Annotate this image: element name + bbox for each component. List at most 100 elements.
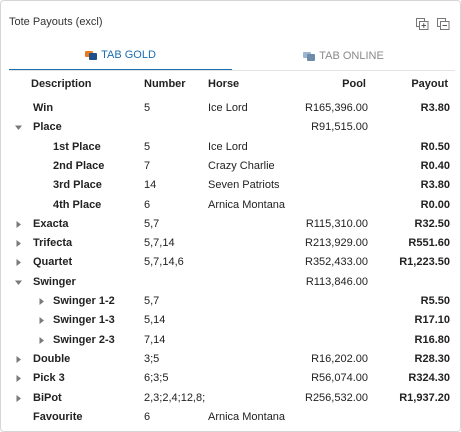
row-pool: R91,515.00 xyxy=(311,121,368,134)
caret-right-icon[interactable] xyxy=(35,292,47,311)
row-description: Swinger 2-3 xyxy=(53,333,115,346)
row-pool: R256,532.00 xyxy=(305,391,368,404)
table-row[interactable]: Swinger R113,846.00 xyxy=(1,273,460,292)
row-pool: R213,929.00 xyxy=(305,237,368,250)
row-number: 5 xyxy=(144,140,151,153)
row-number: 5,7 xyxy=(144,217,160,230)
table-row[interactable]: Exacta 5,7 R115,310.00 R32.50 xyxy=(1,215,460,234)
row-description: Exacta xyxy=(33,217,69,230)
row-description: Swinger xyxy=(33,275,76,288)
caret-right-icon[interactable] xyxy=(12,215,24,234)
caret-down-icon[interactable] xyxy=(12,273,24,292)
row-description: 3rd Place xyxy=(53,179,102,192)
row-number: 2,3;2,4;12,8; xyxy=(144,391,206,404)
row-horse: Arnica Montana xyxy=(208,198,286,211)
table-row[interactable]: 3rd Place 14 Seven Patriots R3.80 xyxy=(1,176,460,195)
row-payout: R0.50 xyxy=(420,140,450,153)
table-row[interactable]: 1st Place 5 Ice Lord R0.50 xyxy=(1,138,460,157)
column-header-horse[interactable]: Horse xyxy=(208,78,239,90)
row-pool: R113,846.00 xyxy=(305,275,368,288)
caret-right-icon[interactable] xyxy=(12,389,24,408)
row-description: Pick 3 xyxy=(33,372,65,385)
row-number: 5,7,14 xyxy=(144,237,175,250)
tab-online-label: TAB ONLINE xyxy=(319,50,384,62)
tab-bar: TAB GOLD TAB ONLINE xyxy=(9,41,455,71)
row-pool: R16,202.00 xyxy=(311,352,368,365)
caret-right-icon[interactable] xyxy=(12,350,24,369)
caret-right-icon[interactable] xyxy=(12,369,24,388)
caret-right-icon[interactable] xyxy=(12,234,24,253)
row-payout: R16.80 xyxy=(414,333,450,346)
tote-payouts-panel: Tote Payouts (excl) TAB GOLD TAB ONLINE … xyxy=(0,0,461,432)
row-number: 5 xyxy=(144,102,151,114)
row-pool: R56,074.00 xyxy=(311,372,368,385)
header-icons xyxy=(416,18,450,30)
row-description: 2nd Place xyxy=(53,159,105,172)
row-description: Swinger 1-2 xyxy=(53,295,115,307)
caret-right-icon[interactable] xyxy=(35,331,47,350)
row-payout: R3.80 xyxy=(420,102,450,114)
row-payout: R0.00 xyxy=(420,198,450,211)
row-description: Trifecta xyxy=(33,237,73,250)
table-row[interactable]: 4th Place 6 Arnica Montana R0.00 xyxy=(1,196,460,215)
caret-down-icon[interactable] xyxy=(12,118,24,137)
table-row[interactable]: Pick 3 6;3;5 R56,074.00 R324.30 xyxy=(1,369,460,388)
table-row[interactable]: Trifecta 5,7,14 R213,929.00 R551.60 xyxy=(1,234,460,253)
row-pool: R115,310.00 xyxy=(305,217,368,230)
panel-title: Tote Payouts (excl) xyxy=(9,16,103,28)
column-header-pool[interactable]: Pool xyxy=(342,78,366,90)
tab-gold-logo-icon xyxy=(85,51,98,60)
column-header-number[interactable]: Number xyxy=(144,78,186,90)
row-number: 6 xyxy=(144,410,151,423)
table-row[interactable]: Place R91,515.00 xyxy=(1,118,460,137)
tab-online[interactable]: TAB ONLINE xyxy=(232,41,455,71)
row-description: Favourite xyxy=(33,410,83,423)
caret-right-icon[interactable] xyxy=(35,311,47,330)
row-description: Double xyxy=(33,352,71,365)
row-payout: R1,937.20 xyxy=(399,391,450,404)
row-horse: Ice Lord xyxy=(208,102,248,114)
row-description: Swinger 1-3 xyxy=(53,314,115,327)
table-row[interactable]: Swinger 1-3 5,14 R17.10 xyxy=(1,311,460,330)
row-description: 4th Place xyxy=(53,198,102,211)
caret-right-icon[interactable] xyxy=(12,253,24,272)
row-payout: R3.80 xyxy=(420,179,450,192)
tab-gold-label: TAB GOLD xyxy=(101,49,156,61)
row-pool: R165,396.00 xyxy=(305,102,368,114)
row-payout: R17.10 xyxy=(414,314,450,327)
row-description: Place xyxy=(33,121,62,134)
row-number: 14 xyxy=(144,179,157,192)
column-header-description[interactable]: Description xyxy=(31,78,92,90)
table-row[interactable]: Swinger 1-2 5,7 R5.50 xyxy=(1,292,460,311)
row-payout: R1,223.50 xyxy=(399,256,450,269)
row-number: 5,7 xyxy=(144,295,160,307)
row-description: 1st Place xyxy=(53,140,101,153)
row-payout: R0.40 xyxy=(420,159,450,172)
row-payout: R551.60 xyxy=(408,237,450,250)
table-row[interactable]: Double 3;5 R16,202.00 R28.30 xyxy=(1,350,460,369)
row-number: 5,7,14,6 xyxy=(144,256,184,269)
collapse-all-icon[interactable] xyxy=(437,18,450,30)
row-number: 6 xyxy=(144,198,151,211)
expand-all-icon[interactable] xyxy=(416,18,429,30)
row-payout: R32.50 xyxy=(414,217,450,230)
row-number: 7 xyxy=(144,159,151,172)
row-payout: R5.50 xyxy=(420,295,450,307)
row-horse: Ice Lord xyxy=(208,140,248,153)
row-horse: Arnica Montana xyxy=(208,410,286,423)
tab-online-logo-icon xyxy=(303,52,316,61)
table-row[interactable]: Quartet 5,7,14,6 R352,433.00 R1,223.50 xyxy=(1,253,460,272)
tab-gold[interactable]: TAB GOLD xyxy=(9,41,232,71)
row-description: Quartet xyxy=(33,256,73,269)
row-number: 3;5 xyxy=(144,352,160,365)
row-number: 7,14 xyxy=(144,333,166,346)
row-pool: R352,433.00 xyxy=(305,256,368,269)
row-description: Win xyxy=(33,102,54,114)
table-row[interactable]: BiPot 2,3;2,4;12,8; R256,532.00 R1,937.20 xyxy=(1,389,460,408)
table-row[interactable]: Win 5 Ice Lord R165,396.00 R3.80 xyxy=(1,99,460,118)
table-row[interactable]: Favourite 6 Arnica Montana xyxy=(1,408,460,427)
table-row[interactable]: Swinger 2-3 7,14 R16.80 xyxy=(1,331,460,350)
row-payout: R28.30 xyxy=(414,352,450,365)
table-row[interactable]: 2nd Place 7 Crazy Charlie R0.40 xyxy=(1,157,460,176)
column-header-payout[interactable]: Payout xyxy=(411,78,448,90)
